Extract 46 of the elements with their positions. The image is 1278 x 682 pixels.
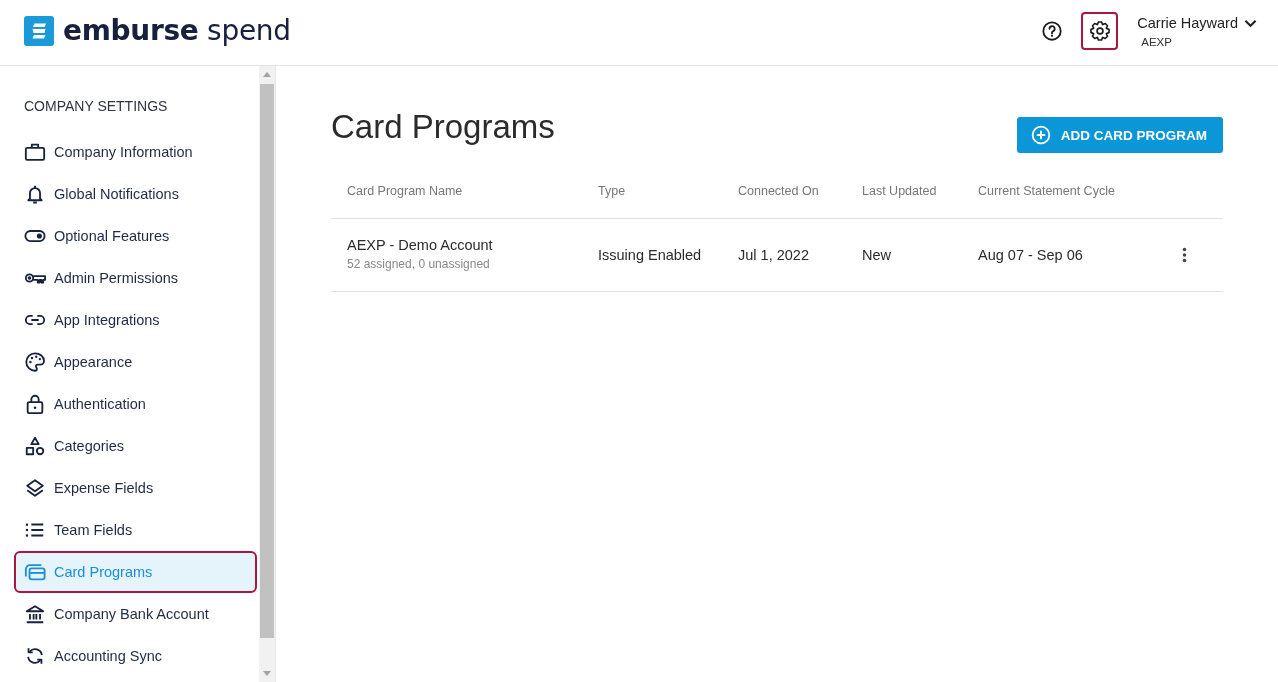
user-name[interactable]: Carrie Hayward [1137, 15, 1238, 31]
sync-icon [24, 645, 46, 667]
column-header: Current Statement Cycle [978, 183, 1116, 198]
sidebar-item[interactable]: Categories [14, 425, 257, 467]
table-cell: Issuing Enabled [598, 247, 702, 263]
plus-circle-icon [1030, 125, 1051, 145]
sidebar-item[interactable]: Company Information [14, 131, 257, 173]
chevron-down-icon[interactable] [1244, 18, 1257, 28]
sidebar-item[interactable]: Global Notifications [14, 173, 257, 215]
assignment-summary: 52 assigned, 0 unassigned [347, 257, 490, 271]
more-vertical-icon[interactable] [1181, 247, 1187, 263]
sidebar-item[interactable]: Optional Features [14, 215, 257, 257]
lock-icon [24, 393, 46, 415]
table-cell: Jul 1, 2022 [738, 247, 809, 263]
scrollbar-thumb[interactable] [260, 84, 274, 638]
bank-icon [24, 603, 46, 625]
table-cell: AEXP - Demo Account [347, 237, 493, 253]
sidebar-item[interactable]: Authentication [14, 383, 257, 425]
bell-icon [24, 183, 46, 205]
sidebar-item[interactable]: Company Bank Account [14, 593, 257, 635]
sidebar-item[interactable]: App Integrations [14, 299, 257, 341]
help-icon[interactable] [1040, 19, 1063, 42]
scrollbar-track[interactable] [259, 66, 275, 682]
shapes-icon [24, 435, 46, 457]
column-header: Type [598, 183, 627, 198]
account-name: AEXP [1140, 36, 1173, 48]
column-header: Last Updated [862, 183, 938, 198]
page-title: Card Programs [331, 107, 555, 147]
settings-icon[interactable] [1088, 19, 1111, 42]
table-cell: Aug 07 - Sep 06 [978, 247, 1083, 263]
logo-icon [24, 15, 54, 46]
palette-icon [24, 351, 46, 373]
section-heading: COMPANY SETTINGS [24, 97, 169, 116]
sidebar-item[interactable]: Team Fields [14, 509, 257, 551]
logo-text: emburse spend [63, 14, 291, 47]
sidebar-item[interactable]: Admin Permissions [14, 257, 257, 299]
column-header: Connected On [738, 183, 820, 198]
briefcase-icon [24, 141, 46, 163]
sidebar-item[interactable]: Accounting Sync [14, 635, 257, 677]
sidebar-item[interactable]: Appearance [14, 341, 257, 383]
layers-icon [24, 477, 46, 499]
sidebar-item[interactable]: Expense Fields [14, 467, 257, 509]
table-cell: New [862, 247, 891, 263]
column-header: Card Program Name [347, 183, 464, 198]
settings-button[interactable] [1081, 11, 1119, 50]
cards-icon [24, 561, 46, 583]
